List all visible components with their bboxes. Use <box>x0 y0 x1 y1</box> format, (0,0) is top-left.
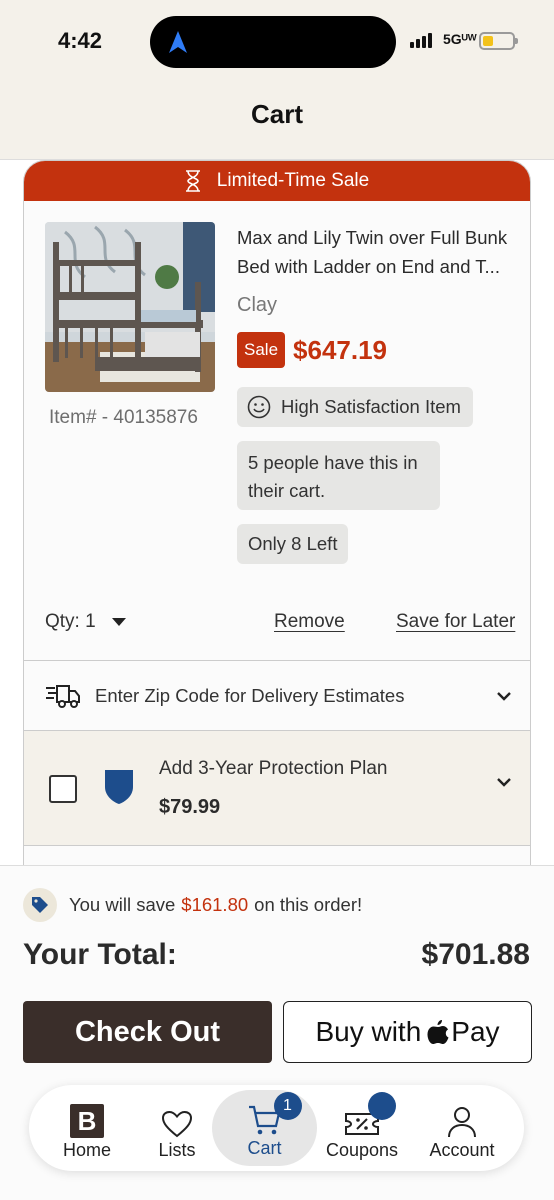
tab-home[interactable]: B Home <box>52 1085 122 1171</box>
status-bar: 4:42 5Gᵁᵂ <box>0 0 554 80</box>
total-label: Your Total: <box>23 938 177 971</box>
stock-badge: Only 8 Left <box>237 524 349 564</box>
sale-banner: Limited-Time Sale <box>24 161 530 201</box>
product-variant: Clay <box>237 294 278 316</box>
apple-pay-button[interactable]: Buy with Pay <box>283 1001 532 1063</box>
caret-down-icon <box>111 618 126 626</box>
battery-icon <box>479 32 518 50</box>
save-for-later-link[interactable]: Save for Later <box>396 611 515 633</box>
item-number: Item# - 40135876 <box>49 407 198 428</box>
quantity-label: Qty: 1 <box>45 611 96 632</box>
network-label: 5Gᵁᵂ <box>443 31 477 47</box>
tab-lists-label: Lists <box>158 1140 196 1160</box>
nav-header: Cart <box>0 80 554 160</box>
heart-icon <box>161 1110 193 1138</box>
tab-cart-label: Cart <box>247 1138 282 1158</box>
delivery-label: Enter Zip Code for Delivery Estimates <box>95 684 405 706</box>
remove-link[interactable]: Remove <box>274 611 345 633</box>
coupon-notification-dot <box>368 1092 396 1120</box>
signal-icon <box>410 33 432 48</box>
total-value: $701.88 <box>421 938 530 971</box>
order-summary: You will save $161.80 on this order! You… <box>0 865 554 1200</box>
apple-pay-mark: Pay <box>427 1016 500 1048</box>
account-icon <box>448 1107 476 1138</box>
cart-count-badge: 1 <box>273 1092 302 1120</box>
satisfaction-badge: High Satisfaction Item <box>237 387 473 427</box>
sale-banner-text: Limited-Time Sale <box>216 170 370 191</box>
protection-plan-title: Add 3-Year Protection Plan <box>159 758 388 779</box>
price-tag-icon <box>23 888 57 922</box>
apple-logo-icon <box>427 1020 449 1044</box>
apple-pay-suffix: Pay <box>451 1016 500 1047</box>
popularity-badge: 5 people have this in their cart. <box>237 441 440 510</box>
protection-plan-price: $79.99 <box>159 796 221 818</box>
tab-account-label: Account <box>429 1140 495 1160</box>
cart-content[interactable]: Limited-Time Sale Item# - 40135876 Max a… <box>0 160 554 865</box>
quantity-selector[interactable]: Qty: 1 <box>45 611 126 633</box>
satisfaction-badge-text: High Satisfaction Item <box>281 396 461 417</box>
tab-home-label: Home <box>62 1140 111 1160</box>
sale-tag: Sale <box>237 332 286 368</box>
apple-pay-prefix: Buy with <box>315 1016 422 1047</box>
savings-row: You will save $161.80 on this order! <box>23 888 362 922</box>
tab-coupons-label: Coupons <box>325 1140 399 1160</box>
cart-item-card: Limited-Time Sale Item# - 40135876 Max a… <box>23 160 531 865</box>
tab-bar: B Home Lists 1 Cart Coupons Account <box>29 1085 524 1171</box>
dynamic-island <box>150 16 396 68</box>
savings-prefix: You will save <box>69 894 176 915</box>
price-row: Sale $647.19 <box>237 332 387 368</box>
savings-amount: $161.80 <box>181 894 249 915</box>
product-name[interactable]: Max and Lily Twin over Full Bunk Bed wit… <box>237 223 517 281</box>
shield-icon <box>105 770 133 804</box>
checkout-button[interactable]: Check Out <box>23 1001 272 1063</box>
location-arrow-icon <box>169 31 187 53</box>
tab-cart[interactable]: 1 Cart <box>212 1090 317 1166</box>
chevron-down-icon[interactable] <box>496 777 512 787</box>
tab-coupons[interactable]: Coupons <box>317 1085 407 1171</box>
savings-suffix: on this order! <box>254 894 363 915</box>
delivery-estimate-row[interactable]: Enter Zip Code for Delivery Estimates <box>24 660 530 730</box>
sale-price: $647.19 <box>293 334 388 365</box>
delivery-truck-icon <box>46 684 80 708</box>
chevron-down-icon <box>497 691 511 701</box>
protection-plan-checkbox[interactable] <box>49 775 77 803</box>
page-title: Cart <box>250 99 303 129</box>
product-image[interactable] <box>45 222 215 392</box>
hourglass-icon <box>185 170 200 192</box>
home-logo-icon: B <box>70 1104 104 1138</box>
smiley-icon <box>247 395 271 419</box>
protection-plan-row[interactable]: Add 3-Year Protection Plan $79.99 <box>24 730 530 846</box>
status-time: 4:42 <box>58 28 103 53</box>
tab-account[interactable]: Account <box>422 1085 502 1171</box>
tab-lists[interactable]: Lists <box>142 1085 212 1171</box>
